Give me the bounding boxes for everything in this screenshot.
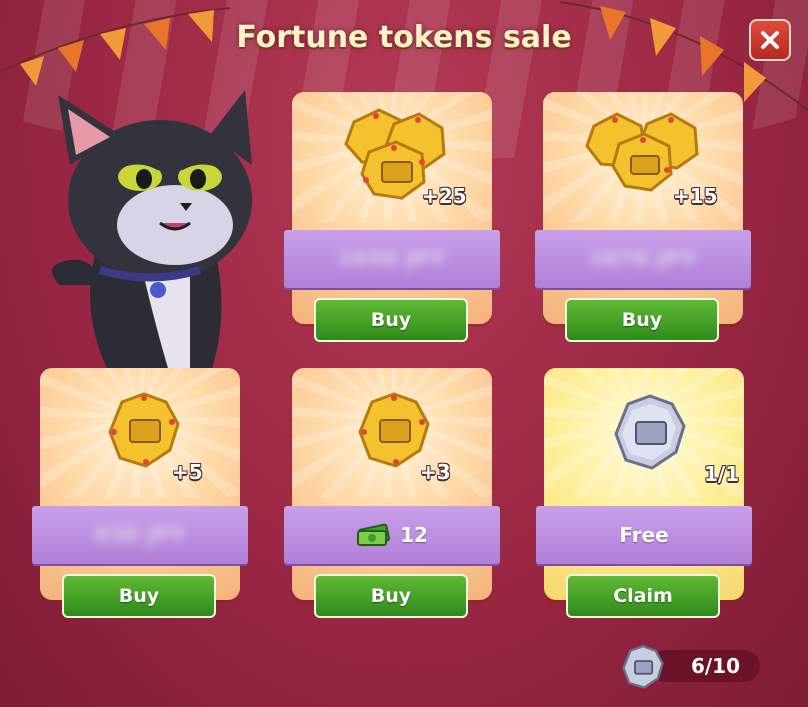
- offer-card: +5 430 JPY Buy: [32, 368, 248, 618]
- token-counter: 6/10: [620, 645, 762, 689]
- price-label: 12: [400, 523, 428, 547]
- cash-icon: [357, 523, 391, 547]
- price-label: 1070 JPY: [589, 247, 697, 271]
- close-icon: [761, 31, 779, 49]
- offer-amount: +3: [420, 460, 451, 484]
- price-label: 430 JPY: [93, 523, 187, 547]
- price-ribbon: Free: [536, 506, 752, 564]
- price-ribbon: 1650 JPY: [284, 230, 500, 288]
- claim-button[interactable]: Claim: [566, 574, 720, 618]
- claim-count: 1/1: [704, 462, 740, 486]
- buy-button[interactable]: Buy: [314, 574, 468, 618]
- free-offer-card: 1/1 Free Claim: [536, 368, 752, 618]
- offer-amount: +5: [172, 460, 203, 484]
- offer-card: +3 12 Buy: [284, 368, 500, 618]
- offer-card: +15 1070 JPY Buy: [535, 92, 751, 342]
- dialog-title: Fortune tokens sale: [236, 20, 572, 55]
- fortune-tokens-sale-dialog: Fortune tokens sale +25 1650 JPY Buy +15…: [0, 0, 808, 707]
- token-counter-value: 6/10: [690, 654, 740, 678]
- offer-amount: +15: [673, 184, 718, 208]
- buy-button[interactable]: Buy: [565, 298, 719, 342]
- offer-amount: +25: [422, 184, 467, 208]
- buy-button[interactable]: Buy: [62, 574, 216, 618]
- price-ribbon: 430 JPY: [32, 506, 248, 564]
- buy-button[interactable]: Buy: [314, 298, 468, 342]
- price-ribbon: 12: [284, 506, 500, 564]
- gold-token-icon: [108, 392, 180, 468]
- offer-card: +25 1650 JPY Buy: [284, 92, 500, 342]
- price-label: Free: [619, 523, 669, 547]
- silver-token-icon: [622, 645, 664, 689]
- cat-mascot: [52, 90, 252, 375]
- price-ribbon: 1070 JPY: [535, 230, 751, 288]
- price-label: 1650 JPY: [338, 247, 446, 271]
- silver-token-icon: [614, 394, 686, 470]
- close-button[interactable]: [749, 19, 791, 61]
